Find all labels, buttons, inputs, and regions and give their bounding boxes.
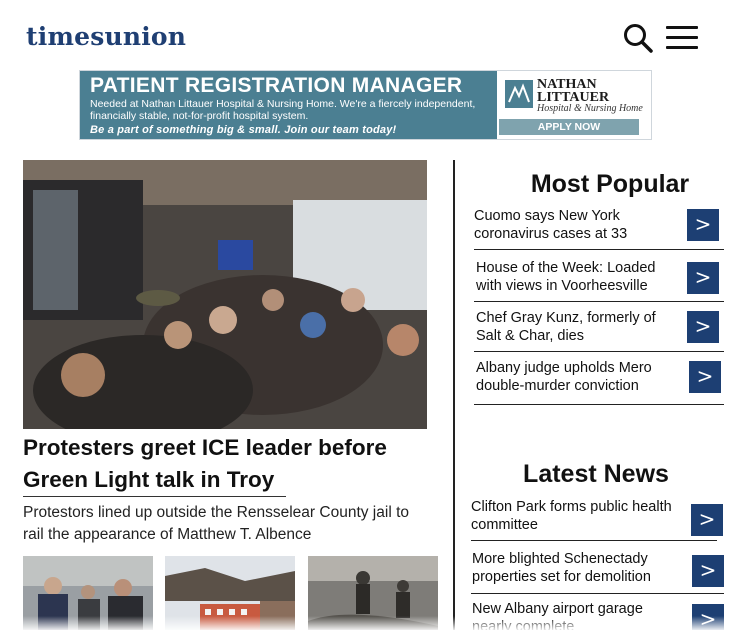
headline-divider — [23, 496, 286, 497]
ad-org-subtitle: Hospital & Nursing Home — [537, 103, 643, 114]
site-logo[interactable]: timesunion — [26, 22, 186, 51]
most-popular-item[interactable]: House of the Week: Loaded with views in … — [474, 250, 724, 302]
column-divider — [453, 160, 455, 630]
ad-body: Needed at Nathan Littauer Hospital & Nur… — [90, 98, 476, 122]
ad-logo-panel: NATHAN LITTAUER Hospital & Nursing Home A… — [497, 71, 651, 139]
hospital-logo-icon — [505, 80, 533, 108]
lead-story-headline[interactable]: Protesters greet ICE leader before Green… — [23, 432, 443, 496]
lead-story-image[interactable] — [23, 160, 427, 429]
list-item-text[interactable]: Albany judge upholds Mero double-murder … — [476, 359, 681, 395]
arrow-right-icon[interactable]: > — [687, 209, 719, 241]
ad-text-panel: PATIENT REGISTRATION MANAGER Needed at N… — [80, 71, 497, 139]
most-popular-item[interactable]: Albany judge upholds Mero double-murder … — [474, 352, 724, 405]
search-icon[interactable] — [622, 22, 654, 54]
arrow-right-icon[interactable]: > — [689, 361, 721, 393]
most-popular-item[interactable]: Cuomo says New York coronavirus cases at… — [474, 204, 724, 250]
apply-now-button[interactable]: APPLY NOW — [499, 119, 639, 135]
arrow-right-icon[interactable]: > — [691, 504, 723, 536]
latest-news-heading: Latest News — [523, 460, 669, 488]
ad-banner[interactable]: PATIENT REGISTRATION MANAGER Needed at N… — [79, 70, 652, 140]
scroll-fade — [0, 616, 730, 630]
ad-title: PATIENT REGISTRATION MANAGER — [90, 74, 463, 97]
ad-tagline: Be a part of something big & small. Join… — [90, 124, 397, 136]
list-item-text[interactable]: Cuomo says New York coronavirus cases at… — [474, 207, 679, 243]
hamburger-menu-icon[interactable] — [664, 22, 698, 54]
lead-story-summary: Protestors lined up outside the Renssele… — [23, 504, 409, 543]
arrow-right-icon[interactable]: > — [692, 555, 724, 587]
ad-org-name: NATHAN LITTAUER — [537, 77, 610, 105]
list-item-text[interactable]: Clifton Park forms public health committ… — [471, 498, 676, 534]
arrow-right-icon[interactable]: > — [687, 311, 719, 343]
most-popular-heading: Most Popular — [530, 170, 690, 198]
list-item-text[interactable]: More blighted Schenectady properties set… — [472, 550, 677, 586]
latest-news-item[interactable]: Clifton Park forms public health committ… — [471, 494, 723, 541]
list-item-text[interactable]: House of the Week: Loaded with views in … — [476, 259, 681, 295]
arrow-right-icon[interactable]: > — [687, 262, 719, 294]
list-item-text[interactable]: Chef Gray Kunz, formerly of Salt & Char,… — [476, 309, 681, 345]
most-popular-item[interactable]: Chef Gray Kunz, formerly of Salt & Char,… — [474, 302, 724, 352]
latest-news-item[interactable]: More blighted Schenectady properties set… — [471, 541, 724, 594]
